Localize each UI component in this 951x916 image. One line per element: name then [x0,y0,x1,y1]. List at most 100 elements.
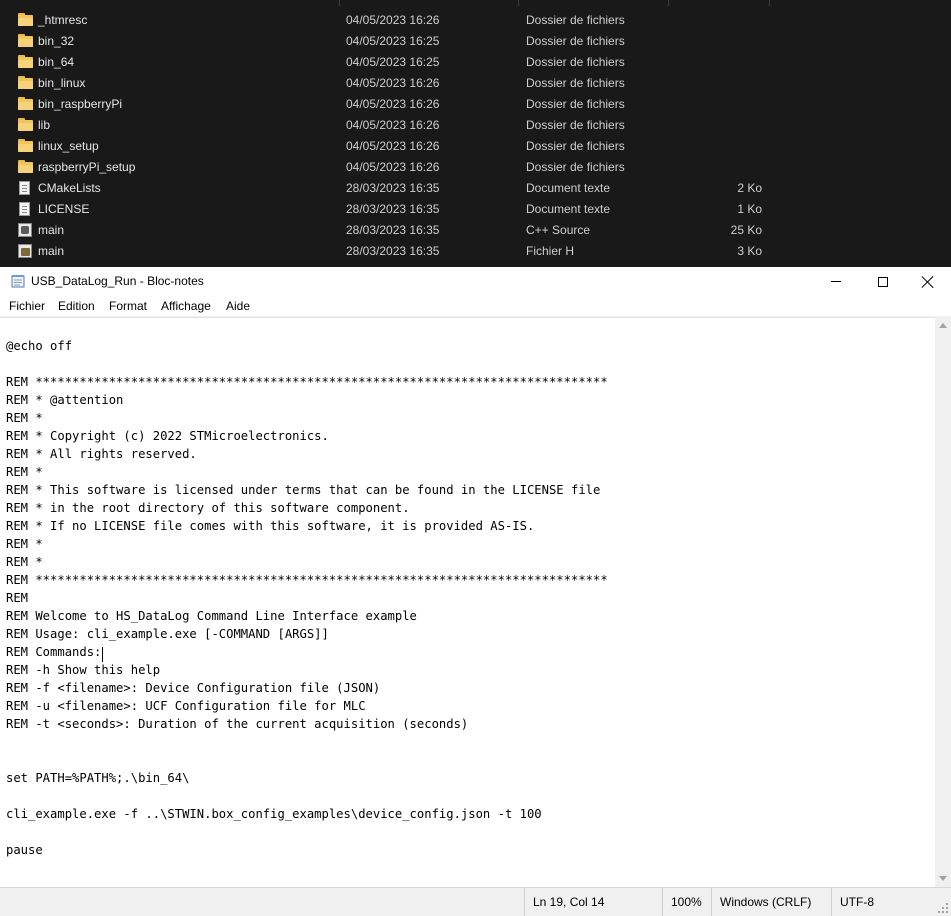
editor-line[interactable]: REM Usage: cli_example.exe [-COMMAND [AR… [6,625,608,643]
editor-line[interactable]: REM ************************************… [6,373,608,391]
close-button[interactable] [905,267,951,296]
file-type: Dossier de fichiers [526,55,625,69]
text-caret [102,647,104,662]
scroll-down-icon[interactable] [939,876,947,881]
editor-line[interactable]: REM Commands: [6,643,608,661]
text-file-icon [18,202,34,216]
editor-line[interactable]: REM [6,589,608,607]
editor-line[interactable]: REM -f <filename>: Device Configuration … [6,679,608,697]
file-name: main [38,223,65,237]
folder-icon [18,13,34,27]
file-type: Fichier H [526,244,575,258]
file-row[interactable]: main 28/03/2023 16:35 Fichier H 3 Ko [0,241,951,262]
column-divider[interactable] [769,0,770,6]
editor-line[interactable]: REM Welcome to HS_DataLog Command Line I… [6,607,608,625]
editor-line[interactable] [6,355,608,373]
resize-grip-icon[interactable] [937,902,949,914]
file-date: 04/05/2023 16:26 [346,97,440,111]
file-date: 28/03/2023 16:35 [346,202,440,216]
notepad-app-icon[interactable] [11,274,26,288]
column-divider[interactable] [339,0,340,6]
file-type: Document texte [526,181,611,195]
menu-aide[interactable]: Aide [226,299,250,313]
folder-icon [18,34,34,48]
file-type: C++ Source [526,223,591,237]
menu-edition[interactable]: Edition [58,299,95,313]
file-date: 04/05/2023 16:26 [346,139,440,153]
folder-icon [18,76,34,90]
file-row[interactable]: raspberryPi_setup 04/05/2023 16:26 Dossier… [0,157,951,178]
editor-line[interactable]: REM * [6,409,608,427]
editor-line[interactable] [6,751,608,769]
title-bar[interactable]: USB_DataLog_Run - Bloc-notes [0,267,951,296]
editor-line[interactable]: pause [6,841,608,859]
file-name: bin_32 [38,34,75,48]
editor-line[interactable]: REM -t <seconds>: Duration of the curren… [6,715,608,733]
maximize-button[interactable] [860,267,906,296]
editor-line[interactable] [6,823,608,841]
menu-format[interactable]: Format [109,299,147,313]
file-type: Dossier de fichiers [526,76,625,90]
status-bar: Ln 19, Col 14 100% Windows (CRLF) UTF-8 [0,887,951,916]
file-type: Dossier de fichiers [526,139,625,153]
column-divider[interactable] [668,0,669,6]
editor-content[interactable]: @echo off REM ***************************… [6,337,608,859]
file-row[interactable]: bin_64 04/05/2023 16:25 Dossier de fichier… [0,52,951,73]
minimize-button[interactable] [813,267,859,296]
editor-line[interactable]: REM * [6,535,608,553]
file-size: 25 Ko [730,223,762,237]
editor-line[interactable]: REM -u <filename>: UCF Configuration fil… [6,697,608,715]
editor-line[interactable]: REM * This software is licensed under te… [6,481,608,499]
editor-line[interactable]: REM * @attention [6,391,608,409]
menu-bar: Fichier Edition Format Affichage Aide [0,296,951,317]
file-row[interactable]: bin_linux 04/05/2023 16:26 Dossier de fich… [0,73,951,94]
folder-icon [18,97,34,111]
window-title: USB_DataLog_Run - Bloc-notes [31,274,204,288]
vertical-scrollbar[interactable] [935,317,951,887]
file-date: 28/03/2023 16:35 [346,223,440,237]
text-editor[interactable]: @echo off REM ***************************… [0,317,935,888]
editor-line[interactable] [6,787,608,805]
menu-affichage[interactable]: Affichage [161,299,211,313]
file-row[interactable]: lib 04/05/2023 16:26 Dossier de fichiers [0,115,951,136]
file-size: 2 Ko [737,181,762,195]
file-name: bin_raspberryPi [38,97,123,111]
line-ending-text: Windows (CRLF) [720,895,812,909]
menu-fichier[interactable]: Fichier [9,299,45,313]
file-row[interactable]: LICENSE 28/03/2023 16:35 Document texte 1 K… [0,199,951,220]
file-row[interactable]: CMakeLists 28/03/2023 16:35 Document texte… [0,178,951,199]
file-row[interactable]: _htmresc 04/05/2023 16:26 Dossier de fichi… [0,10,951,31]
file-date: 04/05/2023 16:26 [346,118,440,132]
file-name: _htmresc [38,13,88,27]
column-divider[interactable] [518,0,519,6]
editor-line[interactable]: REM -h Show this help [6,661,608,679]
folder-icon [18,55,34,69]
editor-line[interactable]: REM * in the root directory of this soft… [6,499,608,517]
editor-line[interactable] [6,733,608,751]
editor-line[interactable]: REM * [6,463,608,481]
status-encoding: UTF-8 [831,888,951,916]
editor-line[interactable]: REM * If no LICENSE file comes with this… [6,517,608,535]
file-row[interactable]: bin_32 04/05/2023 16:25 Dossier de fichier… [0,31,951,52]
file-row[interactable]: linux_setup 04/05/2023 16:26 Dossier de fi… [0,136,951,157]
file-name: raspberryPi_setup [38,160,136,174]
file-name: lib [38,118,51,132]
editor-line[interactable]: REM * Copyright (c) 2022 STMicroelectron… [6,427,608,445]
status-position: Ln 19, Col 14 [524,888,665,916]
editor-line[interactable]: set PATH=%PATH%;.\bin_64\ [6,769,608,787]
close-icon [922,276,934,288]
editor-line[interactable]: REM * All rights reserved. [6,445,608,463]
scroll-up-icon[interactable] [939,323,947,328]
editor-line[interactable]: cli_example.exe -f ..\STWIN.box_config_e… [6,805,608,823]
file-type: Dossier de fichiers [526,34,625,48]
text-file-icon [18,181,34,195]
editor-line[interactable]: @echo off [6,337,608,355]
file-date: 28/03/2023 16:35 [346,244,440,258]
file-type: Document texte [526,202,611,216]
file-row[interactable]: bin_raspberryPi 04/05/2023 16:26 Dossier d… [0,94,951,115]
header-file-icon [18,244,34,258]
cpp-file-icon [18,223,34,237]
editor-line[interactable]: REM * [6,553,608,571]
file-row[interactable]: main 28/03/2023 16:35 C++ Source 25 Ko [0,220,951,241]
editor-line[interactable]: REM ************************************… [6,571,608,589]
